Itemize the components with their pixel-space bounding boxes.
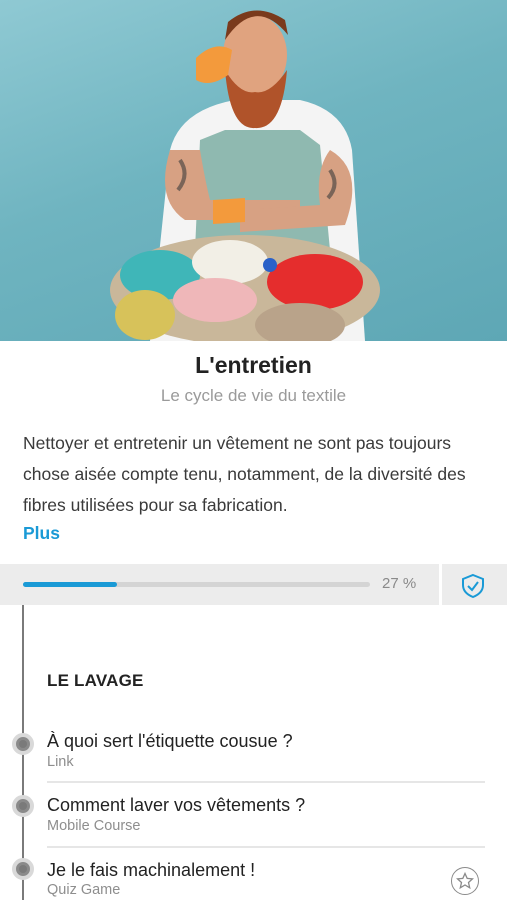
item-type: Link xyxy=(47,754,74,770)
divider xyxy=(47,846,485,848)
item-title: À quoi sert l'étiquette cousue ? xyxy=(47,731,293,751)
page-title: L'entretien xyxy=(195,352,312,378)
shield-check-icon[interactable] xyxy=(459,572,487,600)
progress-bar xyxy=(23,582,370,587)
divider xyxy=(439,564,442,605)
timeline-dot-icon xyxy=(12,795,34,817)
item-type: Mobile Course xyxy=(47,818,141,834)
list-item-machinalement[interactable]: Je le fais machinalement ! Quiz Game xyxy=(0,858,507,900)
timeline-dot-icon xyxy=(12,858,34,880)
timeline-dot-icon xyxy=(12,733,34,755)
hero-image xyxy=(0,0,507,341)
item-title: Je le fais machinalement ! xyxy=(47,860,256,880)
item-type: Quiz Game xyxy=(47,882,121,898)
list-item-etiquette[interactable]: À quoi sert l'étiquette cousue ? Link xyxy=(0,728,507,790)
progress-percent: 27 % xyxy=(382,575,417,592)
more-link[interactable]: Plus xyxy=(23,523,60,544)
star-icon[interactable] xyxy=(451,867,479,895)
page-subtitle: Le cycle de vie du textile xyxy=(160,386,347,405)
progress-bar-fill xyxy=(23,582,117,587)
section-title: LE LAVAGE xyxy=(47,671,144,690)
divider xyxy=(47,781,485,783)
item-title: Comment laver vos vêtements ? xyxy=(47,795,306,815)
list-item-laver[interactable]: Comment laver vos vêtements ? Mobile Cou… xyxy=(0,793,507,855)
description-text: Nettoyer et entretenir un vêtement ne so… xyxy=(23,433,466,515)
